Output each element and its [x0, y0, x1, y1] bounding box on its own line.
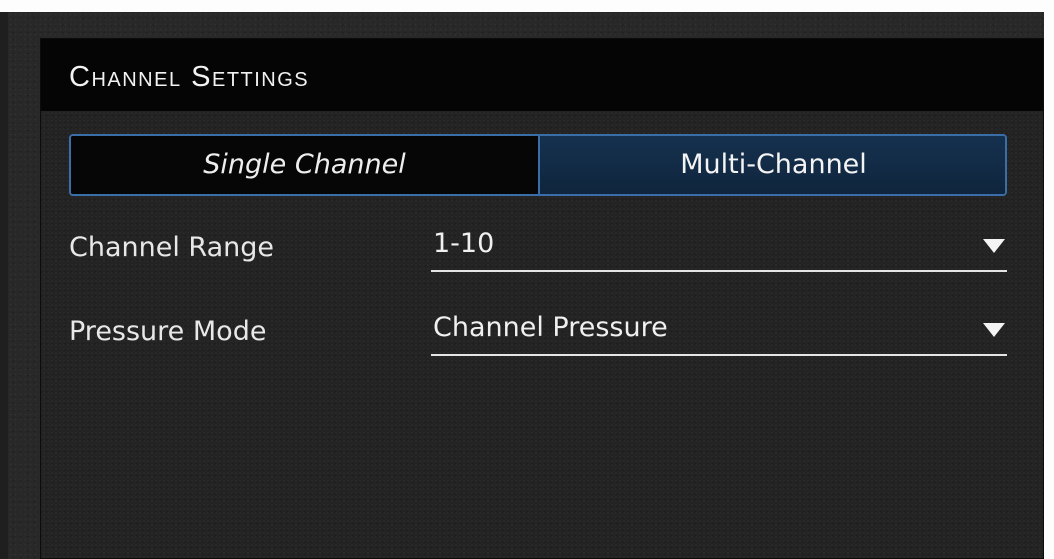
pressure-mode-value: Channel Pressure — [433, 312, 668, 343]
pressure-mode-label: Pressure Mode — [69, 316, 267, 347]
panel-title: Channel Settings — [69, 61, 310, 93]
channel-settings-panel: Channel Settings Single Channel Multi-Ch… — [40, 38, 1044, 559]
channel-range-value: 1-10 — [433, 228, 495, 259]
single-channel-button[interactable]: Single Channel — [71, 136, 538, 194]
right-edge — [1044, 0, 1054, 559]
caret-down-icon — [983, 323, 1005, 337]
multi-channel-button[interactable]: Multi-Channel — [538, 136, 1005, 194]
channel-range-label: Channel Range — [69, 232, 275, 263]
channel-range-dropdown[interactable]: 1-10 — [431, 220, 1007, 272]
panel-header: Channel Settings — [41, 39, 1043, 111]
caret-down-icon — [983, 239, 1005, 253]
channel-mode-toggle: Single Channel Multi-Channel — [69, 134, 1007, 196]
pressure-mode-dropdown[interactable]: Channel Pressure — [431, 304, 1007, 356]
app-window: Channel Settings Single Channel Multi-Ch… — [0, 0, 1054, 559]
top-edge — [0, 0, 1054, 12]
outer-panel: Channel Settings Single Channel Multi-Ch… — [8, 12, 1044, 559]
